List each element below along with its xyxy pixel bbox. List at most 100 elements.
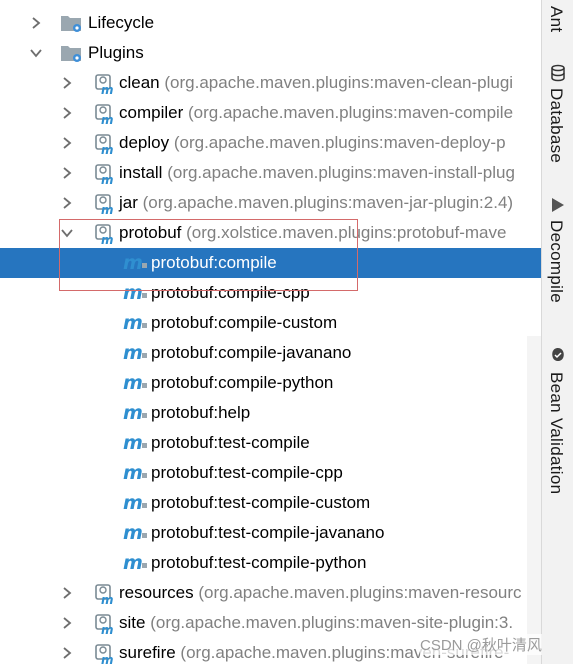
- chevron-down-icon[interactable]: [29, 46, 43, 60]
- chevron-right-icon[interactable]: [60, 196, 74, 210]
- tree-row-goal[interactable]: m protobuf:compile-cpp: [0, 278, 541, 308]
- maven-plugin-icon: m: [92, 613, 114, 637]
- maven-goal-icon: m: [123, 462, 147, 484]
- plugin-coordinates: (org.apache.maven.plugins:maven-install-…: [167, 163, 515, 182]
- decompile-tab[interactable]: Decompile: [542, 196, 573, 316]
- svg-text:m: m: [101, 83, 114, 95]
- ant-tab[interactable]: Ant: [542, 6, 573, 40]
- plugin-coordinates: (org.apache.maven.plugins:maven-resourc: [198, 583, 522, 602]
- maven-projects-tree[interactable]: Lifecycle Plugins m clean (org.apache.mav…: [0, 0, 541, 664]
- tree-row-plugin-protobuf[interactable]: m protobuf (org.xolstice.maven.plugins:pr…: [0, 218, 541, 248]
- bean-validation-tab-label: Bean Validation: [547, 372, 566, 495]
- maven-goal-icon: m: [123, 522, 147, 544]
- maven-goal-icon: m: [123, 312, 147, 334]
- svg-text:m: m: [101, 623, 114, 635]
- maven-goal-icon: m: [123, 402, 147, 424]
- svg-text:m: m: [101, 143, 114, 155]
- maven-goal-icon: m: [123, 282, 147, 304]
- chevron-right-icon[interactable]: [60, 586, 74, 600]
- goal-name: protobuf:test-compile: [151, 433, 310, 452]
- maven-plugin-icon: m: [92, 133, 114, 157]
- plugin-coordinates: (org.apache.maven.plugins:maven-deploy-p: [173, 133, 506, 152]
- ant-tab-label: Ant: [547, 6, 566, 33]
- tree-row-goal[interactable]: m protobuf:compile-python: [0, 368, 541, 398]
- tree-row-goal[interactable]: m protobuf:test-compile-javanano: [0, 518, 541, 548]
- maven-plugin-icon: m: [92, 73, 114, 97]
- plugin-coordinates: (org.apache.maven.plugins:maven-jar-plug…: [142, 193, 514, 212]
- svg-text:m: m: [101, 593, 114, 605]
- plugin-coordinates: (org.apache.maven.plugins:maven-site-plu…: [150, 613, 514, 632]
- maven-plugin-icon: m: [92, 103, 114, 127]
- svg-text:m: m: [101, 173, 114, 185]
- goal-name: protobuf:compile-cpp: [151, 283, 310, 302]
- watermark: CSDN @秋叶清风: [420, 634, 542, 655]
- right-tool-window-bar: Ant Database Decompile Bean Validation: [541, 0, 573, 664]
- tree-row-goal[interactable]: m protobuf:test-compile-custom: [0, 488, 541, 518]
- tree-row-plugin-install[interactable]: m install (org.apache.maven.plugins:maven…: [0, 158, 541, 188]
- maven-plugin-icon: m: [92, 223, 114, 247]
- tree-row-plugins[interactable]: Plugins: [0, 38, 541, 68]
- chevron-right-icon[interactable]: [60, 136, 74, 150]
- tree-row-plugin-clean[interactable]: m clean (org.apache.maven.plugins:maven-c…: [0, 68, 541, 98]
- maven-goal-icon: m: [123, 492, 147, 514]
- scrollbar[interactable]: [527, 336, 541, 664]
- svg-text:m: m: [123, 312, 143, 334]
- chevron-right-icon[interactable]: [60, 76, 74, 90]
- tree-row-goal[interactable]: m protobuf:help: [0, 398, 541, 428]
- chevron-right-icon[interactable]: [60, 106, 74, 120]
- plugin-coordinates: (org.apache.maven.plugins:maven-compile: [187, 103, 514, 122]
- goal-name: protobuf:compile-custom: [151, 313, 338, 332]
- goal-name: protobuf:compile-javanano: [151, 343, 352, 362]
- maven-goal-icon: m: [123, 432, 147, 454]
- svg-text:m: m: [123, 402, 143, 424]
- svg-text:m: m: [101, 113, 114, 125]
- tree-row-goal[interactable]: m protobuf:compile: [0, 248, 541, 278]
- maven-goal-icon: m: [123, 372, 147, 394]
- goal-name: protobuf:test-compile-javanano: [151, 523, 385, 542]
- chevron-right-icon[interactable]: [29, 16, 43, 30]
- chevron-right-icon[interactable]: [60, 166, 74, 180]
- maven-goal-icon: m: [123, 252, 147, 274]
- database-tab[interactable]: Database: [542, 62, 573, 172]
- database-icon: [549, 64, 567, 82]
- plugin-coordinates: (org.apache.maven.plugins:maven-clean-pl…: [164, 73, 514, 92]
- tree-row-goal[interactable]: m protobuf:test-compile: [0, 428, 541, 458]
- folder-gear-icon: [60, 13, 82, 33]
- goal-name: protobuf:compile-python: [151, 373, 334, 392]
- bean-validation-tab[interactable]: Bean Validation: [542, 346, 573, 506]
- chevron-right-icon[interactable]: [60, 616, 74, 630]
- chevron-down-icon[interactable]: [60, 226, 74, 240]
- tree-row-plugin-resources[interactable]: m resources (org.apache.maven.plugins:mav…: [0, 578, 541, 608]
- svg-text:m: m: [123, 462, 143, 484]
- goal-name: protobuf:test-compile-cpp: [151, 463, 343, 482]
- plugin-name: surefire: [119, 643, 176, 662]
- svg-text:m: m: [123, 522, 143, 544]
- plugin-coordinates: (org.xolstice.maven.plugins:protobuf-mav…: [186, 223, 507, 242]
- goal-name: protobuf:test-compile-custom: [151, 493, 371, 512]
- tree-row-goal[interactable]: m protobuf:compile-javanano: [0, 338, 541, 368]
- maven-plugin-icon: m: [92, 193, 114, 217]
- maven-plugin-icon: m: [92, 643, 114, 664]
- tree-row-goal[interactable]: m protobuf:test-compile-python: [0, 548, 541, 578]
- tree-row-goal[interactable]: m protobuf:compile-custom: [0, 308, 541, 338]
- lifecycle-label: Lifecycle: [88, 13, 155, 32]
- tree-row-plugin-jar[interactable]: m jar (org.apache.maven.plugins:maven-jar…: [0, 188, 541, 218]
- folder-gear-icon: [60, 43, 82, 63]
- chevron-right-icon[interactable]: [60, 646, 74, 660]
- plugin-name: install: [119, 163, 163, 182]
- svg-text:m: m: [101, 233, 114, 245]
- tree-row-plugin-deploy[interactable]: m deploy (org.apache.maven.plugins:maven-…: [0, 128, 541, 158]
- tree-row-goal[interactable]: m protobuf:test-compile-cpp: [0, 458, 541, 488]
- goal-name: protobuf:test-compile-python: [151, 553, 367, 572]
- svg-text:m: m: [123, 492, 143, 514]
- svg-text:m: m: [123, 432, 143, 454]
- tree-row-plugin-compiler[interactable]: m compiler (org.apache.maven.plugins:mave…: [0, 98, 541, 128]
- plugin-name: jar: [119, 193, 138, 212]
- maven-plugin-icon: m: [92, 583, 114, 607]
- svg-text:m: m: [123, 252, 143, 274]
- tree-row-lifecycle[interactable]: Lifecycle: [0, 8, 541, 38]
- svg-text:m: m: [123, 372, 143, 394]
- goal-name: protobuf:help: [151, 403, 251, 422]
- svg-text:m: m: [101, 653, 114, 664]
- plugin-name: deploy: [119, 133, 170, 152]
